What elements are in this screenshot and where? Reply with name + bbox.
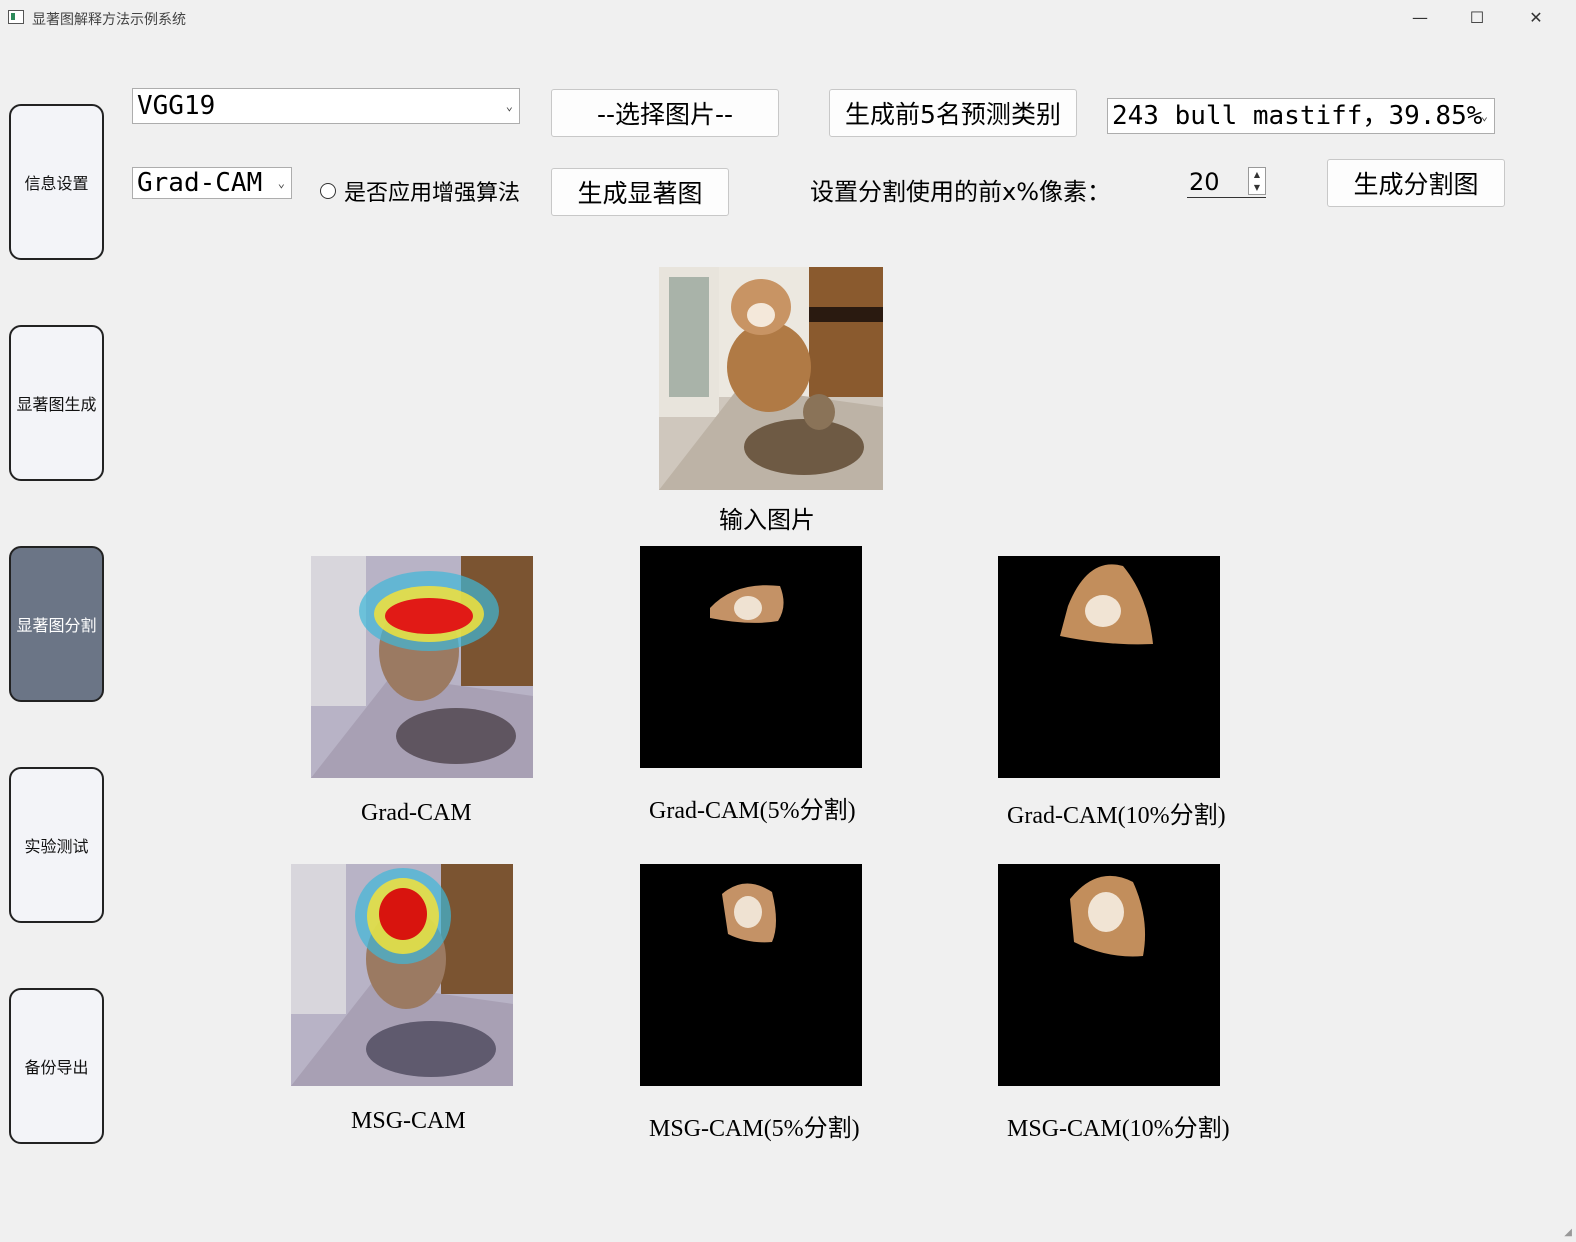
radio-icon[interactable]	[320, 183, 336, 199]
close-button[interactable]: ✕	[1516, 6, 1556, 30]
spin-arrows-icon[interactable]: ▲ ▼	[1248, 167, 1266, 195]
msgcam-10pct-caption: MSG-CAM(10%分割)	[1007, 1116, 1230, 1142]
sidebar-item-experiment[interactable]: 实验测试	[9, 767, 104, 923]
sidebar-item-saliency-generate[interactable]: 显著图生成	[9, 325, 104, 481]
gradcam-10pct-segment-image	[998, 556, 1220, 778]
enhance-radio-label: 是否应用增强算法	[344, 181, 521, 206]
generate-saliency-button[interactable]: 生成显著图	[551, 168, 729, 216]
msgcam-5pct-caption: MSG-CAM(5%分割)	[649, 1116, 860, 1142]
input-image	[659, 267, 883, 490]
enhance-radio[interactable]: 是否应用增强算法	[320, 175, 520, 207]
top5-predict-button[interactable]: 生成前5名预测类别	[829, 89, 1077, 137]
maximize-button[interactable]: ☐	[1457, 6, 1497, 30]
select-image-button[interactable]: --选择图片--	[551, 89, 779, 137]
chevron-down-icon: ⌄	[277, 176, 285, 190]
segmentation-percent-label: 设置分割使用的前x%像素：	[810, 178, 1112, 206]
sidebar-item-label: 备份导出	[24, 1058, 89, 1077]
gradcam-heatmap-image	[311, 556, 533, 778]
generate-segmentation-button[interactable]: 生成分割图	[1327, 159, 1505, 207]
segmentation-percent-value[interactable]: 20	[1189, 168, 1220, 196]
window-title: 显著图解释方法示例系统	[32, 12, 186, 28]
app-icon	[8, 10, 24, 24]
chevron-down-icon: ⌄	[505, 99, 513, 113]
msgcam-heatmap-image	[291, 864, 513, 1086]
msgcam-5pct-segment-image	[640, 864, 862, 1086]
gradcam-10pct-caption: Grad-CAM(10%分割)	[1007, 803, 1226, 829]
sidebar-item-backup-export[interactable]: 备份导出	[9, 988, 104, 1144]
chevron-down-icon: ⌄	[1480, 109, 1488, 123]
method-select-value: Grad-CAM	[137, 168, 263, 198]
segmentation-percent-spinbox[interactable]: 20 ▲ ▼	[1187, 167, 1266, 198]
sidebar-item-saliency-segment[interactable]: 显著图分割	[9, 546, 104, 702]
title-bar: 显著图解释方法示例系统 — ☐ ✕	[0, 0, 1576, 36]
msgcam-caption: MSG-CAM	[351, 1108, 466, 1134]
model-select-value: VGG19	[137, 91, 216, 121]
prediction-select-value: 243 bull mastiff，39.85%	[1112, 101, 1483, 131]
sidebar-item-label: 实验测试	[24, 837, 89, 856]
minimize-button[interactable]: —	[1400, 6, 1440, 30]
sidebar-item-info-settings[interactable]: 信息设置	[9, 104, 104, 260]
gradcam-caption: Grad-CAM	[361, 800, 472, 826]
sidebar-item-label: 信息设置	[24, 174, 89, 193]
input-image-caption: 输入图片	[719, 508, 815, 534]
msgcam-10pct-segment-image	[998, 864, 1220, 1086]
resize-grip-icon[interactable]: ◢	[1564, 1227, 1572, 1238]
method-select[interactable]: Grad-CAM ⌄	[132, 167, 292, 199]
model-select[interactable]: VGG19 ⌄	[132, 88, 520, 124]
gradcam-5pct-segment-image	[640, 546, 862, 768]
sidebar-item-label: 显著图生成	[16, 395, 97, 414]
gradcam-5pct-caption: Grad-CAM(5%分割)	[649, 798, 856, 824]
sidebar-item-label: 显著图分割	[16, 616, 97, 635]
prediction-select[interactable]: 243 bull mastiff，39.85% ⌄	[1107, 98, 1495, 134]
